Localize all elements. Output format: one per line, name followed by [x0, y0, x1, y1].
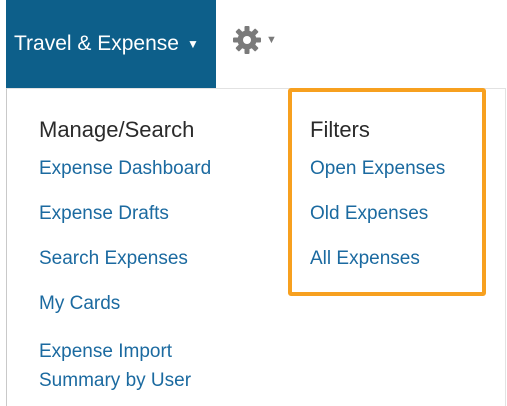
- manage-search-column: Manage/Search Expense Dashboard Expense …: [39, 115, 279, 406]
- filters-column: Filters Open Expenses Old Expenses All E…: [310, 115, 485, 292]
- travel-expense-dropdown: Manage/Search Expense Dashboard Expense …: [6, 88, 506, 406]
- my-cards-link[interactable]: My Cards: [39, 292, 279, 316]
- search-expenses-link[interactable]: Search Expenses: [39, 247, 279, 271]
- expense-import-summary-link[interactable]: Expense Import Summary by User: [39, 337, 239, 395]
- filters-heading: Filters: [310, 117, 370, 142]
- menu-tab-label: Travel & Expense: [14, 32, 179, 55]
- manage-search-heading: Manage/Search: [39, 117, 195, 142]
- expense-drafts-link[interactable]: Expense Drafts: [39, 202, 279, 226]
- gear-icon: [233, 26, 261, 54]
- caret-down-icon: ▼: [186, 37, 199, 51]
- top-menu-bar: Travel & Expense ▼ ▼: [0, 0, 507, 88]
- settings-menu-button[interactable]: ▼: [232, 22, 292, 58]
- old-expenses-link[interactable]: Old Expenses: [310, 202, 485, 226]
- travel-expense-menu-button[interactable]: Travel & Expense ▼: [6, 0, 216, 88]
- settings-caret-icon: ▼: [266, 34, 277, 46]
- all-expenses-link[interactable]: All Expenses: [310, 247, 485, 271]
- open-expenses-link[interactable]: Open Expenses: [310, 157, 485, 181]
- expense-dashboard-link[interactable]: Expense Dashboard: [39, 157, 279, 181]
- app-frame: Travel & Expense ▼ ▼ Manage/Search Expen…: [0, 0, 507, 406]
